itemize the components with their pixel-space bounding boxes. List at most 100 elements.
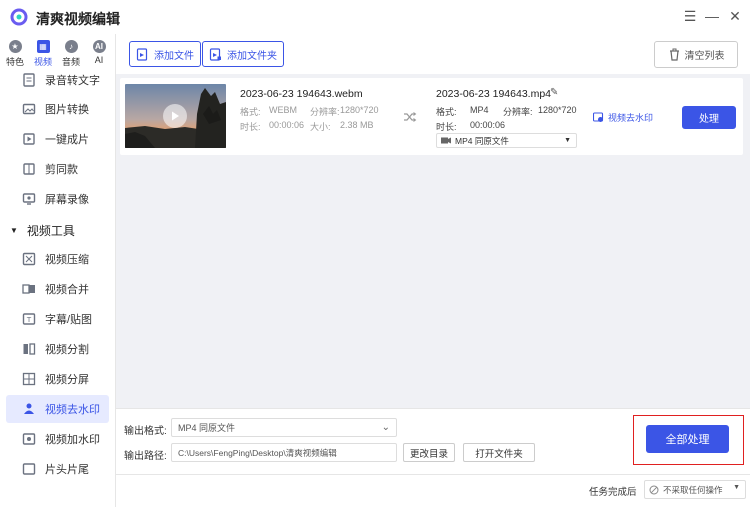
after-task-dropdown[interactable]: 不采取任何操作 ▼ [644, 480, 746, 499]
compress-icon [22, 252, 36, 266]
sidebar-item-compress[interactable]: 视频压缩 [6, 245, 109, 273]
tab-featured[interactable]: ★ 特色 [1, 34, 29, 68]
video-thumbnail[interactable] [125, 84, 226, 148]
sidebar-item-label: 剪同款 [45, 164, 78, 176]
source-format-label: 格式: [240, 107, 261, 117]
sidebar-item-intro-outro[interactable]: 片头片尾 [6, 455, 109, 483]
source-duration-value: 00:00:06 [269, 120, 305, 130]
add-folder-label: 添加文件夹 [227, 50, 277, 62]
sidebar-item-label: 字幕/贴图 [45, 314, 93, 326]
image-icon [22, 103, 36, 115]
add-file-button[interactable]: 添加文件 [129, 41, 201, 67]
output-resolution-value: 1280*720 [538, 105, 577, 115]
output-format-dropdown[interactable]: MP4 同原文件 ▼ [436, 133, 577, 148]
process-button[interactable]: 处理 [682, 106, 736, 129]
output-format-select-value: MP4 同原文件 [178, 423, 236, 433]
output-file-name[interactable]: 2023-06-23 194643.mp4 [436, 88, 551, 100]
sidebar-item-add-watermark[interactable]: 视频加水印 [6, 425, 109, 453]
remove-watermark-link[interactable]: 视频去水印 [593, 111, 653, 124]
sidebar: 录音转文字 图片转换 一键成片 剪同款 屏幕录像 ▼ 视频工具 视频压缩 视频合… [0, 68, 115, 507]
after-task-value: 不采取任何操作 [663, 484, 723, 495]
source-format-value: WEBM [269, 105, 297, 115]
sidebar-item-screen-record[interactable]: 屏幕录像 [6, 185, 109, 213]
source-size-label: 大小: [310, 122, 331, 132]
clear-list-label: 清空列表 [684, 51, 725, 62]
output-path-label: 输出路径: [124, 451, 167, 462]
add-file-label: 添加文件 [154, 50, 194, 62]
sidebar-item-template[interactable]: 剪同款 [6, 155, 109, 183]
sidebar-item-label: 视频去水印 [45, 404, 100, 416]
shuffle-icon [404, 112, 417, 122]
caret-down-icon: ▼ [10, 226, 18, 235]
open-folder-button[interactable]: 打开文件夹 [463, 443, 535, 462]
sidebar-item-splitscreen[interactable]: 视频分屏 [6, 365, 109, 393]
menu-icon[interactable]: ☰ [681, 7, 699, 25]
tab-audio[interactable]: ♪ 音频 [57, 34, 85, 68]
change-directory-button[interactable]: 更改目录 [403, 443, 455, 462]
source-resolution-value: 1280*720 [340, 105, 379, 115]
minimize-icon[interactable]: — [703, 7, 721, 25]
output-duration-label: 时长: [436, 122, 457, 132]
tab-ai[interactable]: AI AI [85, 34, 113, 68]
subtitle-icon: T [22, 313, 36, 325]
app-title: 清爽视频编辑 [36, 11, 120, 27]
section-header-video-tools[interactable]: ▼ 视频工具 [10, 222, 75, 239]
add-folder-button[interactable]: 添加文件夹 [202, 41, 284, 67]
sidebar-item-label: 视频分割 [45, 344, 89, 356]
add-watermark-icon [22, 433, 36, 445]
screen-record-icon [22, 193, 36, 205]
edit-name-icon[interactable]: ✎ [550, 87, 558, 98]
source-size-value: 2.38 MB [340, 120, 374, 130]
intro-icon [22, 463, 36, 475]
sidebar-item-remove-watermark[interactable]: 视频去水印 [6, 395, 109, 423]
sidebar-item-label: 录音转文字 [45, 75, 100, 87]
sidebar-item-label: 视频加水印 [45, 434, 100, 446]
source-resolution-label: 分辨率: [310, 107, 340, 117]
output-format-select[interactable]: MP4 同原文件 ⌄ [171, 418, 397, 437]
add-folder-icon [209, 47, 221, 61]
trash-icon [669, 48, 679, 61]
film-icon: ▦ [36, 40, 50, 53]
tab-video[interactable]: ▦ 视频 [29, 34, 57, 68]
sidebar-item-speech-to-text[interactable]: 录音转文字 [6, 68, 109, 94]
split-icon [23, 343, 36, 355]
output-path-value: C:\Users\FengPing\Desktop\清爽视频编辑 [178, 447, 337, 458]
sidebar-item-subtitle[interactable]: T 字幕/贴图 [6, 305, 109, 333]
clear-list-button[interactable]: 清空列表 [654, 41, 738, 68]
output-duration-value: 00:00:06 [470, 120, 506, 130]
chevron-down-icon: ⌄ [381, 422, 390, 433]
sidebar-item-label: 视频合并 [45, 284, 89, 296]
add-file-icon [136, 47, 148, 61]
sidebar-item-label: 一键成片 [45, 134, 89, 146]
sidebar-item-label: 视频压缩 [45, 254, 89, 266]
play-icon[interactable] [163, 104, 187, 128]
sidebar-item-image-convert[interactable]: 图片转换 [6, 95, 109, 123]
watermark-icon [593, 112, 604, 122]
sidebar-item-split[interactable]: 视频分割 [6, 335, 109, 363]
toolbar: 添加文件 添加文件夹 清空列表 [115, 34, 750, 74]
tab-label: 视频 [33, 57, 52, 67]
sidebar-item-merge[interactable]: 视频合并 [6, 275, 109, 303]
category-tabs: ★ 特色 ▦ 视频 ♪ 音频 AI AI [0, 34, 115, 68]
output-path-field[interactable]: C:\Users\FengPing\Desktop\清爽视频编辑 [171, 443, 397, 462]
source-file-name: 2023-06-23 194643.webm [240, 88, 363, 100]
output-format-value: MP4 [470, 105, 489, 115]
file-list-area: 2023-06-23 194643.webm 格式: WEBM 分辨率: 128… [115, 74, 750, 408]
close-icon[interactable]: ✕ [726, 7, 744, 25]
caret-down-icon: ▼ [733, 484, 740, 491]
title-bar: 清爽视频编辑 ☰ — ✕ [0, 0, 750, 34]
mic-icon [23, 73, 35, 87]
app-logo-icon [10, 8, 28, 26]
output-settings: 输出格式: MP4 同原文件 ⌄ 输出路径: C:\Users\FengPing… [115, 408, 750, 474]
svg-text:T: T [26, 316, 32, 324]
file-item: 2023-06-23 194643.webm 格式: WEBM 分辨率: 128… [120, 78, 743, 155]
clip-icon [23, 133, 35, 145]
sidebar-item-label: 视频分屏 [45, 374, 89, 386]
sidebar-item-label: 屏幕录像 [45, 194, 89, 206]
output-format-dropdown-value: MP4 同原文件 [455, 135, 509, 146]
sidebar-item-one-click[interactable]: 一键成片 [6, 125, 109, 153]
tab-label: AI [94, 55, 104, 65]
process-all-button[interactable]: 全部处理 [646, 425, 729, 453]
output-resolution-label: 分辨率: [503, 107, 533, 117]
tab-label: 特色 [5, 57, 24, 67]
